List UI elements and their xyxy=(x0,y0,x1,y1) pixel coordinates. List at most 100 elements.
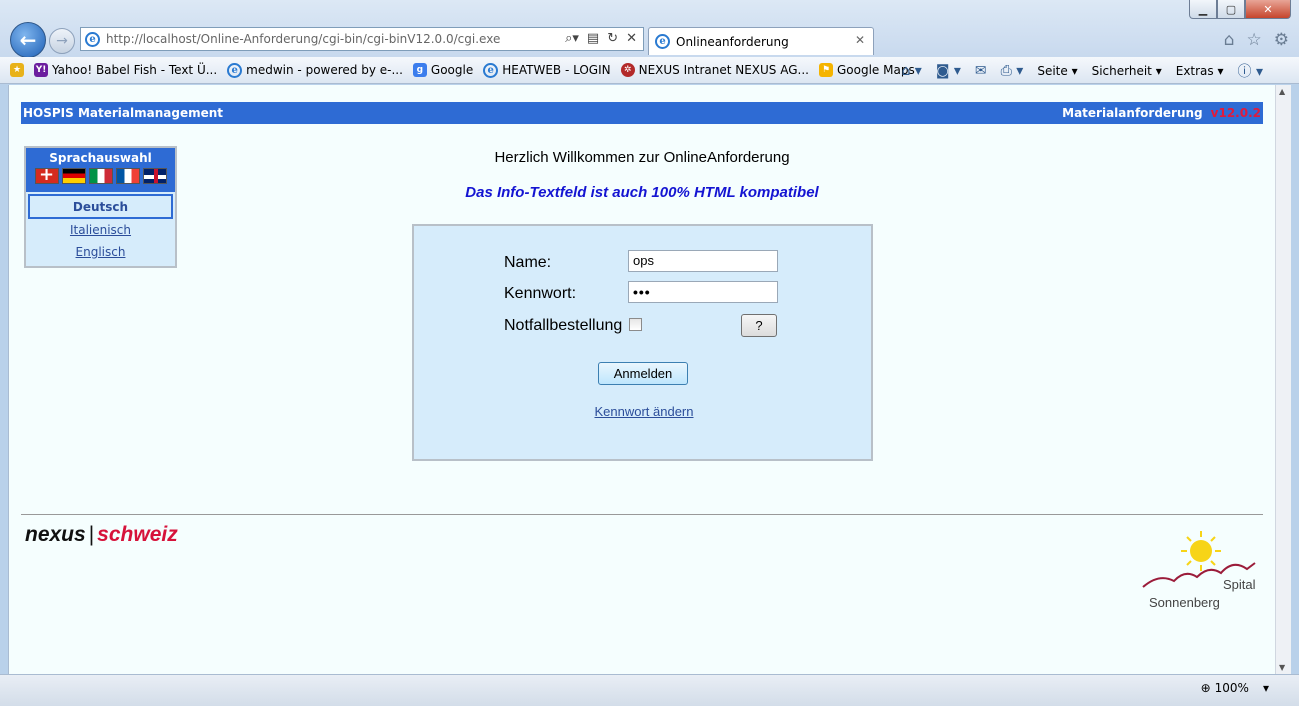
tab-label: Onlineanforderung xyxy=(676,34,789,49)
language-header: Sprachauswahl xyxy=(26,148,175,192)
menu-extras-label: Extras xyxy=(1175,63,1214,78)
language-selector: Sprachauswahl Deutsch Italienisch Englis… xyxy=(24,146,177,268)
french-flag-icon[interactable] xyxy=(115,168,140,184)
logo-text-schweiz: schweiz xyxy=(97,523,178,546)
sonnenberg-text: Sonnenberg xyxy=(1149,595,1220,610)
help-icon[interactable]: ⓘ ▾ xyxy=(1238,61,1263,81)
change-password-link[interactable]: Kennwort ändern xyxy=(564,404,724,419)
favorite-google[interactable]: g Google xyxy=(412,63,474,77)
name-label: Name: xyxy=(504,254,552,271)
feeds-icon[interactable]: ◙ ▾ xyxy=(936,63,961,79)
menu-page-label: Seite xyxy=(1037,63,1068,78)
welcome-text: Herzlich Willkommen zur OnlineAnforderun… xyxy=(494,149,790,166)
compat-view-icon[interactable]: ▤ xyxy=(587,31,599,46)
ie-page-icon: e xyxy=(227,62,243,78)
maps-icon: ⚑ xyxy=(818,63,833,77)
refresh-icon[interactable]: ↻ xyxy=(607,31,618,46)
spital-text: Spital xyxy=(1223,577,1256,592)
password-input[interactable]: ••• xyxy=(628,281,778,303)
scroll-down-icon[interactable]: ▼ xyxy=(1279,663,1285,672)
zoom-control[interactable]: ⊕ 100% ▾ xyxy=(1201,681,1269,695)
footer-divider xyxy=(21,514,1263,515)
forward-button[interactable]: → xyxy=(49,28,75,54)
italian-flag-icon[interactable] xyxy=(88,168,113,184)
ie-tab-icon: e xyxy=(655,34,670,49)
zoom-icon: ⊕ xyxy=(1200,681,1211,695)
password-label: Kennwort: xyxy=(504,285,577,302)
app-header: HOSPIS Materialmanagement Materialanford… xyxy=(21,102,1263,124)
app-title: HOSPIS Materialmanagement xyxy=(23,106,224,120)
search-icon[interactable]: ⌕▾ xyxy=(565,31,579,46)
logo-separator: | xyxy=(88,523,95,546)
print-icon[interactable]: ⎙ ▾ xyxy=(1001,63,1024,79)
menu-security[interactable]: Sicherheit ▾ xyxy=(1092,64,1162,78)
favorite-label: Google xyxy=(430,63,474,77)
zoom-level: 100% xyxy=(1214,681,1249,695)
home-icon[interactable]: ⌂ xyxy=(1224,30,1235,50)
vertical-scrollbar[interactable]: ▲ ▼ xyxy=(1275,85,1291,674)
tab-close-icon[interactable]: ✕ xyxy=(855,33,865,47)
maximize-button[interactable]: ▢ xyxy=(1217,0,1245,19)
address-tools: ⌕▾ ▤ ↻ ✕ xyxy=(565,31,637,46)
browser-right-icons: ⌂ ☆ ⚙ xyxy=(1224,30,1289,50)
ie-page-icon: e xyxy=(483,62,499,78)
logo-text-nexus: nexus xyxy=(25,523,86,546)
nexus-icon: ✲ xyxy=(620,63,635,77)
favorite-label: NEXUS Intranet NEXUS AG... xyxy=(638,63,809,77)
sun-icon xyxy=(1181,531,1221,571)
minimize-button[interactable]: ▁ xyxy=(1189,0,1217,19)
name-input[interactable]: ops xyxy=(628,250,778,272)
help-button[interactable]: ? xyxy=(741,314,777,337)
stop-icon[interactable]: ✕ xyxy=(626,31,637,46)
favorite-nexus-intranet[interactable]: ✲ NEXUS Intranet NEXUS AG... xyxy=(620,63,809,77)
menu-page[interactable]: Seite ▾ xyxy=(1037,64,1077,78)
menu-extras[interactable]: Extras ▾ xyxy=(1176,64,1224,78)
command-bar: ⌂ ▾ ◙ ▾ ✉ ⎙ ▾ Seite ▾ Sicherheit ▾ Extra… xyxy=(901,57,1263,84)
spital-sonnenberg-logo: Spital Sonnenberg xyxy=(1142,531,1256,610)
flag-row xyxy=(26,168,175,184)
language-heading: Sprachauswahl xyxy=(49,151,152,165)
mail-icon[interactable]: ✉ xyxy=(975,63,987,79)
favorite-label: HEATWEB - LOGIN xyxy=(502,63,611,77)
language-option-englisch[interactable]: Englisch xyxy=(26,241,175,263)
chevron-down-icon: ▾ xyxy=(1262,681,1269,695)
window-controls: ▁ ▢ ✕ xyxy=(1189,0,1291,19)
arrow-right-icon: → xyxy=(56,33,68,49)
favorite-google-maps[interactable]: ⚑ Google Maps xyxy=(818,63,915,77)
favorite-yahoo[interactable]: Y! Yahoo! Babel Fish - Text Ü... xyxy=(34,63,217,77)
back-button[interactable]: ← xyxy=(10,22,46,58)
nexus-schweiz-logo: nexus | schweiz xyxy=(25,523,178,547)
app-section-label: Materialanforderung xyxy=(1062,106,1203,120)
login-form: Name: ops Kennwort: ••• Notfallbestellun… xyxy=(412,224,873,461)
favorites-star-icon[interactable]: ☆ xyxy=(1247,30,1262,50)
app-version: v12.0.2 xyxy=(1210,106,1261,120)
gear-icon[interactable]: ⚙ xyxy=(1274,30,1289,50)
favorite-label: medwin - powered by e-... xyxy=(246,63,403,77)
info-text: Das Info-Textfeld ist auch 100% HTML kom… xyxy=(465,184,819,201)
scroll-up-icon[interactable]: ▲ xyxy=(1279,87,1285,96)
swiss-flag-icon[interactable] xyxy=(34,168,59,184)
uk-flag-icon[interactable] xyxy=(142,168,167,184)
close-window-button[interactable]: ✕ xyxy=(1245,0,1291,19)
address-bar[interactable]: e http://localhost/Online-Anforderung/cg… xyxy=(80,27,644,51)
login-button[interactable]: Anmelden xyxy=(598,362,688,385)
browser-toolbar: ▁ ▢ ✕ ← → e http://localhost/Online-Anfo… xyxy=(0,0,1299,58)
favorite-heatweb[interactable]: e HEATWEB - LOGIN xyxy=(483,62,611,78)
page-viewport: HOSPIS Materialmanagement Materialanford… xyxy=(8,85,1283,674)
ie-page-icon: e xyxy=(85,31,100,47)
favorite-label: Yahoo! Babel Fish - Text Ü... xyxy=(52,63,218,77)
address-url[interactable]: http://localhost/Online-Anforderung/cgi-… xyxy=(106,32,500,46)
emergency-checkbox[interactable] xyxy=(629,318,642,331)
favorites-star-icon: ★ xyxy=(10,63,24,77)
yahoo-icon: Y! xyxy=(34,63,48,77)
favorite-medwin[interactable]: e medwin - powered by e-... xyxy=(227,62,403,78)
german-flag-icon[interactable] xyxy=(61,168,86,184)
home-icon[interactable]: ⌂ ▾ xyxy=(901,63,921,79)
tab-onlineanforderung[interactable]: e Onlineanforderung ✕ xyxy=(648,27,874,55)
language-option-italienisch[interactable]: Italienisch xyxy=(26,219,175,241)
favorites-center-button[interactable]: ★ xyxy=(10,63,24,77)
favorites-bar: ★ Y! Yahoo! Babel Fish - Text Ü... e med… xyxy=(0,57,1299,84)
app-section: Materialanforderung v12.0.2 xyxy=(1062,106,1261,120)
language-option-deutsch[interactable]: Deutsch xyxy=(28,194,173,219)
emergency-label: Notfallbestellung xyxy=(504,317,623,334)
